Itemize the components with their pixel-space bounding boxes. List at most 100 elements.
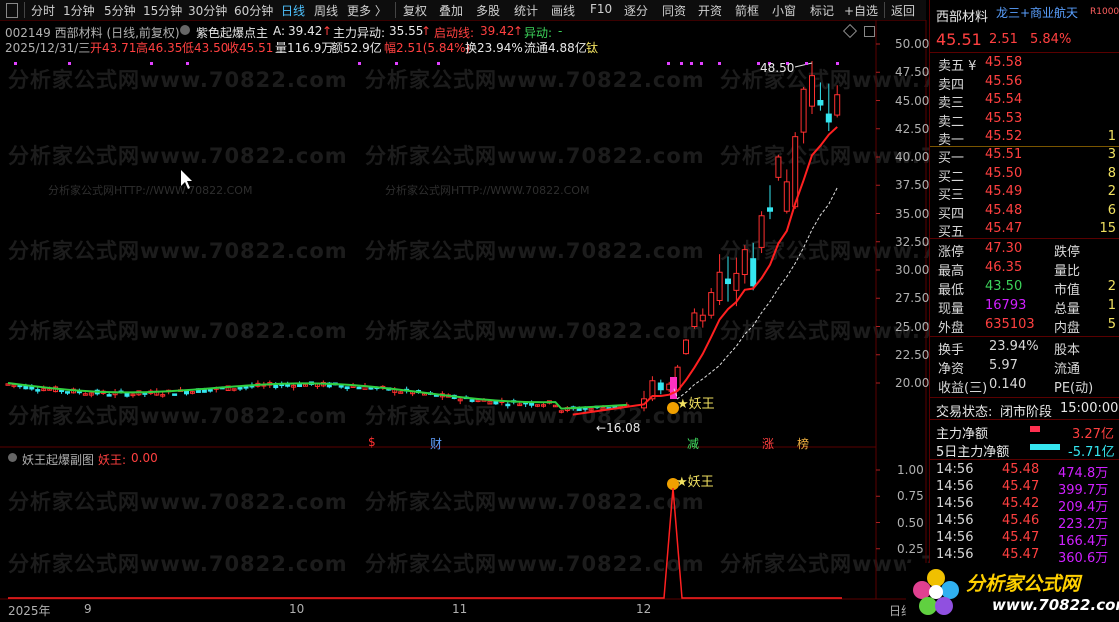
ask-price: 45.53 [985,110,1023,126]
sub-indicator-title: 妖王起爆副图 [22,453,95,467]
stat-label: 外盘 [938,321,965,336]
candle [184,390,189,395]
stat-label: 流通 [1054,362,1081,377]
ask-price: 45.56 [985,73,1023,89]
candle [783,181,790,212]
x-axis-label: 2025年 [8,604,51,618]
price-axis-label: 45.00 [895,93,930,108]
signal-dot [680,62,683,65]
bid-price: 45.48 [985,202,1023,218]
low-price-value: 16.08 [606,421,641,435]
event-marker[interactable]: 财 [430,435,442,452]
signal-dot [667,62,670,65]
candle [124,392,130,397]
trade-status-label: 交易状态: [936,405,993,420]
signal-dot [437,62,440,65]
candle [725,278,731,285]
candle [207,389,213,392]
x-axis-label: 10 [289,602,305,616]
price-axis-label: 35.00 [895,206,930,221]
signal-dot [836,62,839,65]
stat-value: 46.35 [985,260,1023,275]
bid-volume: 15 [1099,221,1116,236]
breakout-candle [670,377,677,399]
bid-label: 买一 [938,151,965,166]
signal-dot [186,62,189,65]
candle [691,312,698,328]
bid-price: 45.50 [985,165,1023,181]
ask-price: 45.58 [985,55,1023,70]
stat-label: 内盘 [1054,321,1081,336]
signal-dot [700,62,703,65]
price-axis-label: 42.50 [895,121,930,136]
candle [683,339,689,355]
event-marker[interactable]: $ [368,435,376,449]
candle [733,272,740,291]
stat-label: 净资 [938,362,965,377]
event-marker[interactable]: 榜 [797,435,809,452]
price-axis-label: 32.50 [895,234,930,249]
stat-label: 换手 [938,343,965,358]
candle [767,207,773,212]
tick-price: 45.42 [1002,496,1040,511]
price-axis-label: 40.00 [895,150,930,164]
stat-label: 股本 [1054,343,1081,358]
candle [834,94,841,116]
r-badge: R1000 [1090,7,1119,17]
stat-value: 1 [1107,298,1116,313]
signal-dot [718,62,721,65]
price-axis-label: 37.50 [895,178,930,193]
tick-price: 45.47 [1002,547,1040,562]
ma-line-white [673,187,838,400]
bid-price: 45.51 [985,147,1023,162]
sub-axis-label: 0.75 [897,489,924,504]
stat-value: 16793 [985,298,1027,313]
sub-indicator-value: 0.00 [131,451,158,465]
candle [699,314,706,322]
quote-panel: 西部材料 龙三+商业航天 R1000 45.51 2.51 5.84% 卖五 ¥… [929,0,1119,622]
sub-indicator-line [8,487,842,599]
tick-price: 45.47 [1002,479,1040,494]
ask-price: 45.52 [985,129,1023,144]
sub-axis-label: 0.25 [897,541,924,556]
bid-price: 45.49 [985,184,1023,199]
tick-time: 14:56 [936,462,974,477]
candle [237,387,243,390]
sub-axis-label: 1.00 [897,463,924,477]
yaowang-text: 妖王 [688,397,715,412]
tick-time: 14:56 [936,547,974,562]
candle [800,88,807,133]
candle [356,386,362,390]
yaowang-sub-text: 妖王 [687,475,714,490]
candle [809,75,815,107]
bid-volume: 2 [1107,184,1116,199]
signal-dot [395,62,398,65]
yaowang-label: ★妖王 [677,397,715,412]
ask-price: 45.54 [985,92,1023,107]
signal-dot [358,62,361,65]
price-change-pct: 5.84% [1030,32,1072,47]
concept-label[interactable]: 龙三+商业航天 [996,4,1078,21]
candle [505,403,511,407]
net-flow-label: 主力净额 [936,427,989,442]
x-axis-label: 12 [636,602,652,616]
low-price-label: ←16.08 [596,421,641,435]
candle [750,258,757,287]
event-marker[interactable]: 涨 [762,435,774,452]
stat-value: 0.140 [989,377,1027,392]
price-axis-label: 30.00 [895,263,930,277]
price-axis-label: 22.50 [895,347,930,362]
stat-value: 635103 [985,317,1035,332]
sub-indicator-dropdown-icon[interactable] [8,453,17,462]
stat-label: 收益(三) [938,381,988,396]
stat-label: 市值 [1054,283,1081,298]
event-marker[interactable]: 减 [687,435,699,452]
stat-label: 量比 [1054,264,1081,279]
tick-time: 14:56 [936,513,974,528]
candle [65,391,70,394]
price-axis-label: 27.50 [895,291,930,306]
candle [825,113,832,123]
candle [368,387,374,390]
candle [708,292,715,316]
tick-time: 14:56 [936,530,974,545]
